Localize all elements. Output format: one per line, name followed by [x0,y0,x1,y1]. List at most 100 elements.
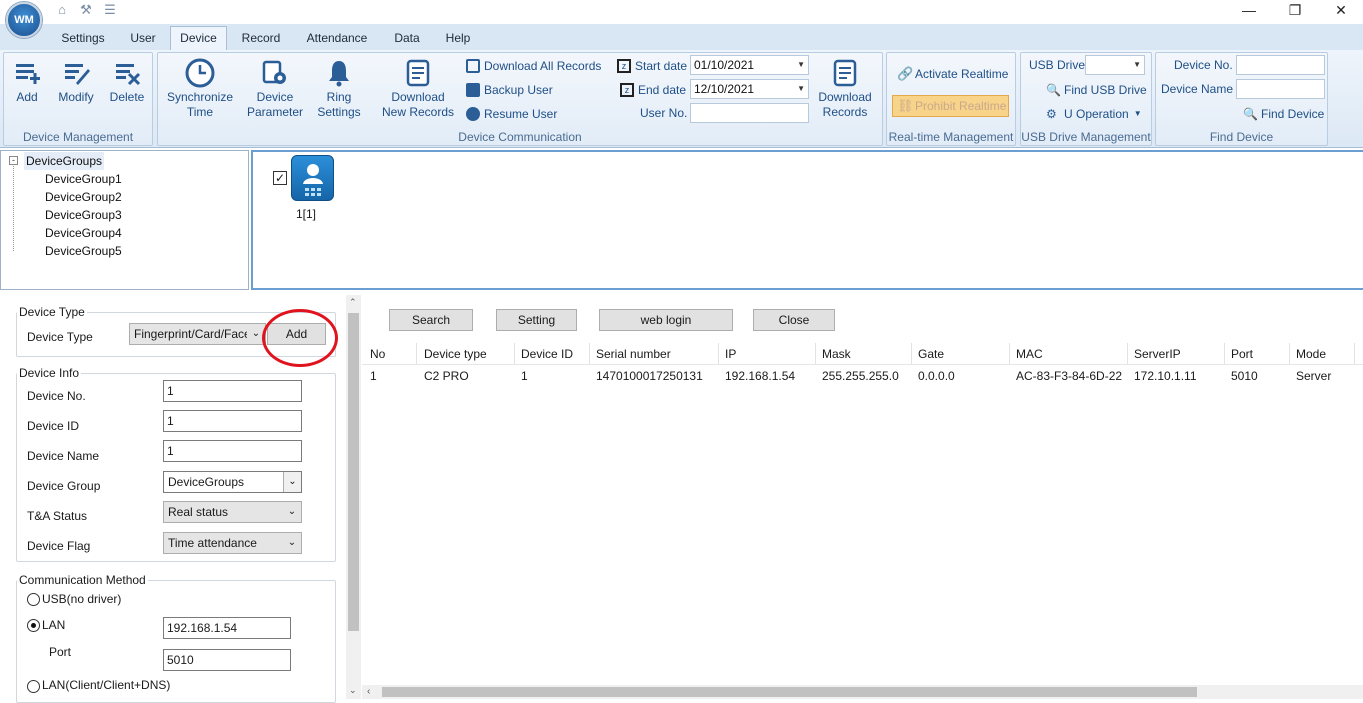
user-no-input[interactable] [690,103,809,123]
tree-item-group5[interactable]: DeviceGroup5 [45,242,122,260]
device-type-select[interactable]: Fingerprint/Card/Face ⌄ [129,323,266,345]
tree-item-group3[interactable]: DeviceGroup3 [45,206,122,224]
find-usb-drive-button[interactable]: 🔍 Find USB Drive [1046,81,1147,99]
column-header-mode[interactable]: Mode [1296,347,1326,361]
usb-drive-select[interactable]: ▼ [1085,55,1145,75]
cell-ip[interactable]: 192.168.1.54 [725,369,795,383]
cell-port[interactable]: 5010 [1231,369,1258,383]
collapse-icon[interactable]: - [9,156,18,165]
tab-attendance[interactable]: Attendance [298,27,376,49]
tab-device[interactable]: Device [170,26,227,51]
start-date-picker[interactable]: 01/10/2021 ▼ [690,55,809,75]
cell-serverip[interactable]: 172.10.1.11 [1134,369,1197,383]
column-header-mac[interactable]: MAC [1016,347,1043,361]
setting-button[interactable]: Setting [496,309,577,331]
device-name-label: Device Name [1161,82,1234,96]
cell-gate[interactable]: 0.0.0.0 [918,369,955,383]
delete-device-button[interactable]: Delete [106,58,148,105]
column-header-ip[interactable]: IP [725,347,736,361]
lan-radio[interactable] [27,619,40,632]
backup-user-button[interactable]: Backup User [466,81,553,99]
activate-label: Activate Realtime [915,67,1009,81]
close-button[interactable]: Close [753,309,835,331]
web-login-button[interactable]: web login [599,309,733,331]
scroll-up-icon[interactable]: ⌃ [349,297,357,308]
lan-ip-field[interactable]: 192.168.1.54 [163,617,291,639]
home-icon[interactable]: ⌂ [54,3,70,17]
cell-mac[interactable]: AC-83-F3-84-6D-22 [1016,369,1122,383]
device-name-input[interactable] [1236,79,1325,99]
cell-serial[interactable]: 1470100017250131 [596,369,703,383]
u-operation-button[interactable]: ⚙ U Operation ▼ [1046,105,1142,123]
close-window-button[interactable]: ✕ [1318,0,1363,22]
end-date-picker[interactable]: 12/10/2021 ▼ [690,79,809,99]
device-group-value: DeviceGroups [168,475,245,489]
tools-icon[interactable]: ⚒ [78,3,94,17]
device-parameter-button[interactable]: Device Parameter [244,58,306,120]
usb-drive-label: USB Drive [1029,58,1086,72]
tree-item-group1[interactable]: DeviceGroup1 [45,170,122,188]
quick-access-menu-icon[interactable]: ☰ [102,3,118,17]
add-device-button[interactable]: Add [8,58,46,105]
device-group-tree: - DeviceGroups DeviceGroup1 DeviceGroup2… [0,150,249,290]
table-horizontal-scrollbar[interactable]: ‹ [362,685,1363,699]
column-header-device-id[interactable]: Device ID [521,347,573,361]
port-field[interactable]: 5010 [163,649,291,671]
find-device-button[interactable]: 🔍 Find Device [1243,105,1324,123]
column-header-serverip[interactable]: ServerIP [1134,347,1181,361]
device-no-input[interactable] [1236,55,1325,75]
cell-device-type[interactable]: C2 PRO [424,369,469,383]
group-title: Device Management [22,130,134,144]
minimize-button[interactable]: — [1226,0,1272,22]
device-group-label: Device Group [27,479,101,493]
chevron-down-icon: ⌄ [287,506,297,517]
device-id-field[interactable]: 1 [163,410,302,432]
cell-no[interactable]: 1 [370,369,377,383]
device-checkbox[interactable]: ✓ [273,171,287,185]
tree-root[interactable]: DeviceGroups [24,152,105,170]
form-scrollbar[interactable]: ⌃ ⌄ [346,295,361,699]
download-records-button[interactable]: Download Records [812,58,878,120]
lan-client-radio[interactable] [27,680,40,693]
search-button[interactable]: Search [389,309,473,331]
column-header-mask[interactable]: Mask [822,347,851,361]
tab-data[interactable]: Data [386,27,428,49]
tab-help[interactable]: Help [437,27,479,49]
synchronize-time-button[interactable]: Synchronize Time [164,58,236,120]
column-header-no[interactable]: No [370,347,385,361]
ring-settings-button[interactable]: Ring Settings [312,58,366,120]
cell-device-id[interactable]: 1 [521,369,528,383]
prohibit-realtime-button[interactable]: ⛓ Prohibit Realtime [892,95,1009,117]
device-name-field[interactable]: 1 [163,440,302,462]
column-header-serial[interactable]: Serial number [596,347,671,361]
device-flag-select[interactable]: Time attendance ⌄ [163,532,302,554]
horizontal-scrollbar-thumb[interactable] [382,687,1197,697]
restore-button[interactable]: ❐ [1272,0,1318,22]
device-terminal-icon[interactable] [291,155,334,201]
modify-device-button[interactable]: Modify [53,58,99,105]
tree-item-group2[interactable]: DeviceGroup2 [45,188,122,206]
download-new-records-button[interactable]: Download New Records [378,58,458,120]
download-records-label-2: Records [822,105,868,119]
tab-settings[interactable]: Settings [52,27,114,49]
column-header-port[interactable]: Port [1231,347,1253,361]
column-header-gate[interactable]: Gate [918,347,944,361]
device-no-field[interactable]: 1 [163,380,302,402]
cell-mode[interactable]: Server [1296,369,1331,383]
cell-mask[interactable]: 255.255.255.0 [822,369,899,383]
scroll-down-icon[interactable]: ⌄ [349,685,357,696]
tree-line [13,166,14,251]
column-header-device-type[interactable]: Device type [424,347,487,361]
scrollbar-thumb[interactable] [348,313,359,631]
download-all-records-button[interactable]: Download All Records [466,57,601,75]
resume-user-button[interactable]: Resume User [466,105,557,123]
activate-realtime-button[interactable]: 🔗 Activate Realtime [897,65,1008,83]
device-group-select[interactable]: DeviceGroups ⌄ [163,471,302,493]
tree-item-group4[interactable]: DeviceGroup4 [45,224,122,242]
ta-status-select[interactable]: Real status ⌄ [163,501,302,523]
ring-label-1: Ring [326,90,352,104]
usb-radio[interactable] [27,593,40,606]
tab-user[interactable]: User [122,27,164,49]
scroll-left-icon[interactable]: ‹ [367,685,370,699]
tab-record[interactable]: Record [234,27,288,49]
